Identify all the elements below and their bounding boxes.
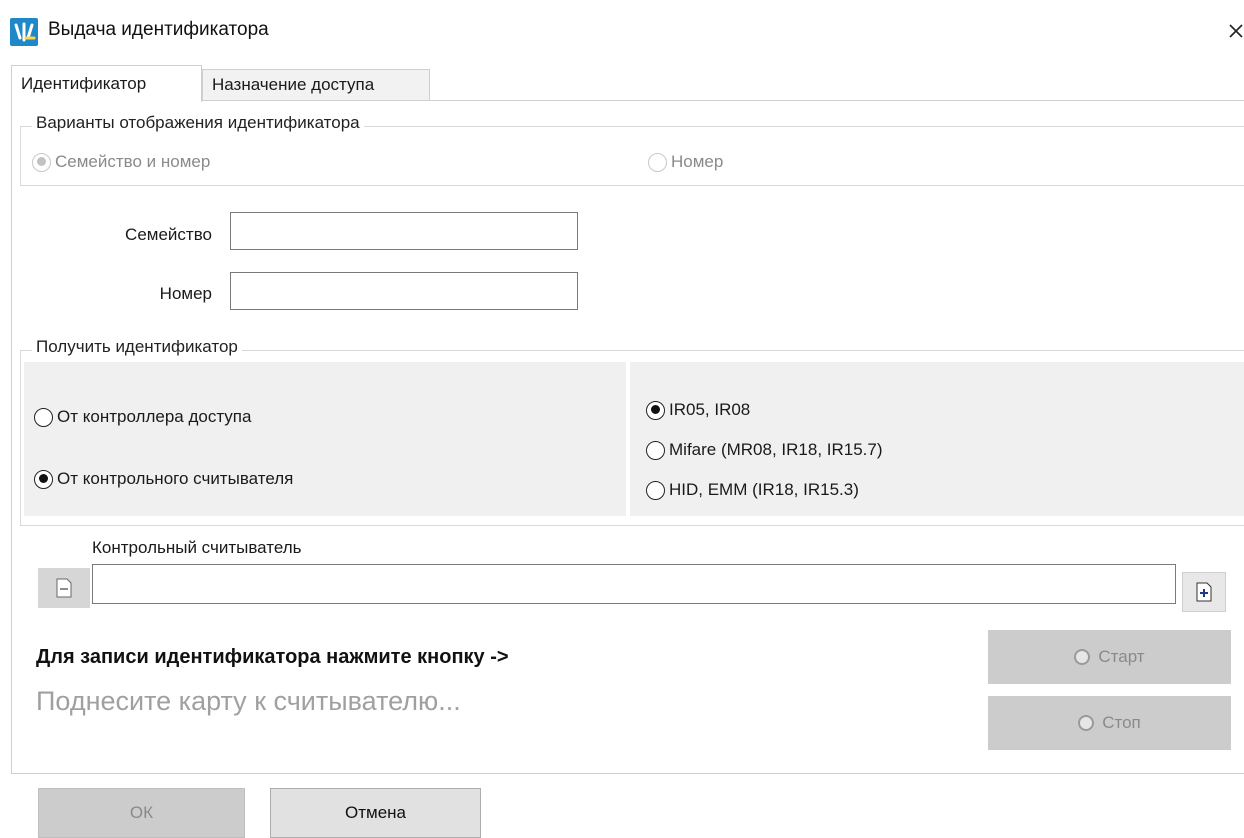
- start-button[interactable]: Старт: [988, 630, 1231, 684]
- radio-label: От контрольного считывателя: [57, 469, 294, 488]
- status-text: Поднесите карту к считывателю...: [36, 686, 461, 716]
- radio-indicator: [648, 152, 667, 172]
- obtain-identifier-legend: Получить идентификатор: [32, 337, 242, 357]
- radio-type-hid-emm[interactable]: HID, EMM (IR18, IR15.3): [646, 480, 859, 500]
- family-input[interactable]: [230, 212, 578, 250]
- window-title: Выдача идентификатора: [48, 19, 269, 40]
- radio-label: Номер: [671, 152, 724, 171]
- close-icon: [1229, 24, 1243, 38]
- spinner-icon: [1074, 649, 1091, 665]
- radio-label: HID, EMM (IR18, IR15.3): [669, 480, 859, 499]
- stop-button-label: Стоп: [1102, 713, 1141, 732]
- radio-indicator: [34, 469, 53, 489]
- radio-type-ir05-ir08[interactable]: IR05, IR08: [646, 400, 750, 420]
- clear-reader-button[interactable]: [38, 568, 90, 608]
- document-minus-icon: [56, 578, 72, 598]
- start-button-label: Старт: [1098, 647, 1145, 666]
- control-reader-input[interactable]: [92, 564, 1176, 604]
- write-instruction-text: Для записи идентификатора нажмите кнопку…: [36, 646, 509, 668]
- tab-access-assignment[interactable]: Назначение доступа: [202, 69, 430, 101]
- app-logo-icon: [10, 18, 38, 46]
- source-selection-area: [24, 362, 626, 516]
- spinner-icon: [1078, 715, 1095, 731]
- cancel-button[interactable]: Отмена: [270, 788, 481, 838]
- number-input[interactable]: [230, 272, 578, 310]
- number-label: Номер: [159, 284, 212, 303]
- radio-label: Mifare (MR08, IR18, IR15.7): [669, 440, 883, 459]
- radio-type-mifare[interactable]: Mifare (MR08, IR18, IR15.7): [646, 440, 883, 460]
- radio-label: От контроллера доступа: [57, 407, 252, 426]
- document-plus-icon: [1196, 582, 1212, 602]
- radio-indicator: [646, 440, 665, 460]
- close-button[interactable]: [1228, 16, 1244, 46]
- radio-indicator: [32, 152, 51, 172]
- radio-label: IR05, IR08: [669, 400, 751, 419]
- ok-button[interactable]: ОК: [38, 788, 245, 838]
- select-reader-button[interactable]: [1182, 572, 1226, 612]
- family-label: Семейство: [125, 225, 212, 244]
- display-options-legend: Варианты отображения идентификатора: [32, 113, 364, 133]
- tab-identifier[interactable]: Идентификатор: [11, 65, 202, 102]
- radio-indicator: [34, 407, 53, 427]
- stop-button[interactable]: Стоп: [988, 696, 1231, 750]
- radio-from-control-reader[interactable]: От контрольного считывателя: [34, 469, 293, 489]
- radio-indicator: [646, 400, 665, 420]
- radio-from-access-controller[interactable]: От контроллера доступа: [34, 407, 251, 427]
- radio-label: Семейство и номер: [55, 152, 211, 171]
- control-reader-label: Контрольный считыватель: [92, 538, 302, 557]
- radio-indicator: [646, 480, 665, 500]
- radio-number-only[interactable]: Номер: [648, 152, 723, 172]
- radio-family-and-number[interactable]: Семейство и номер: [32, 152, 210, 172]
